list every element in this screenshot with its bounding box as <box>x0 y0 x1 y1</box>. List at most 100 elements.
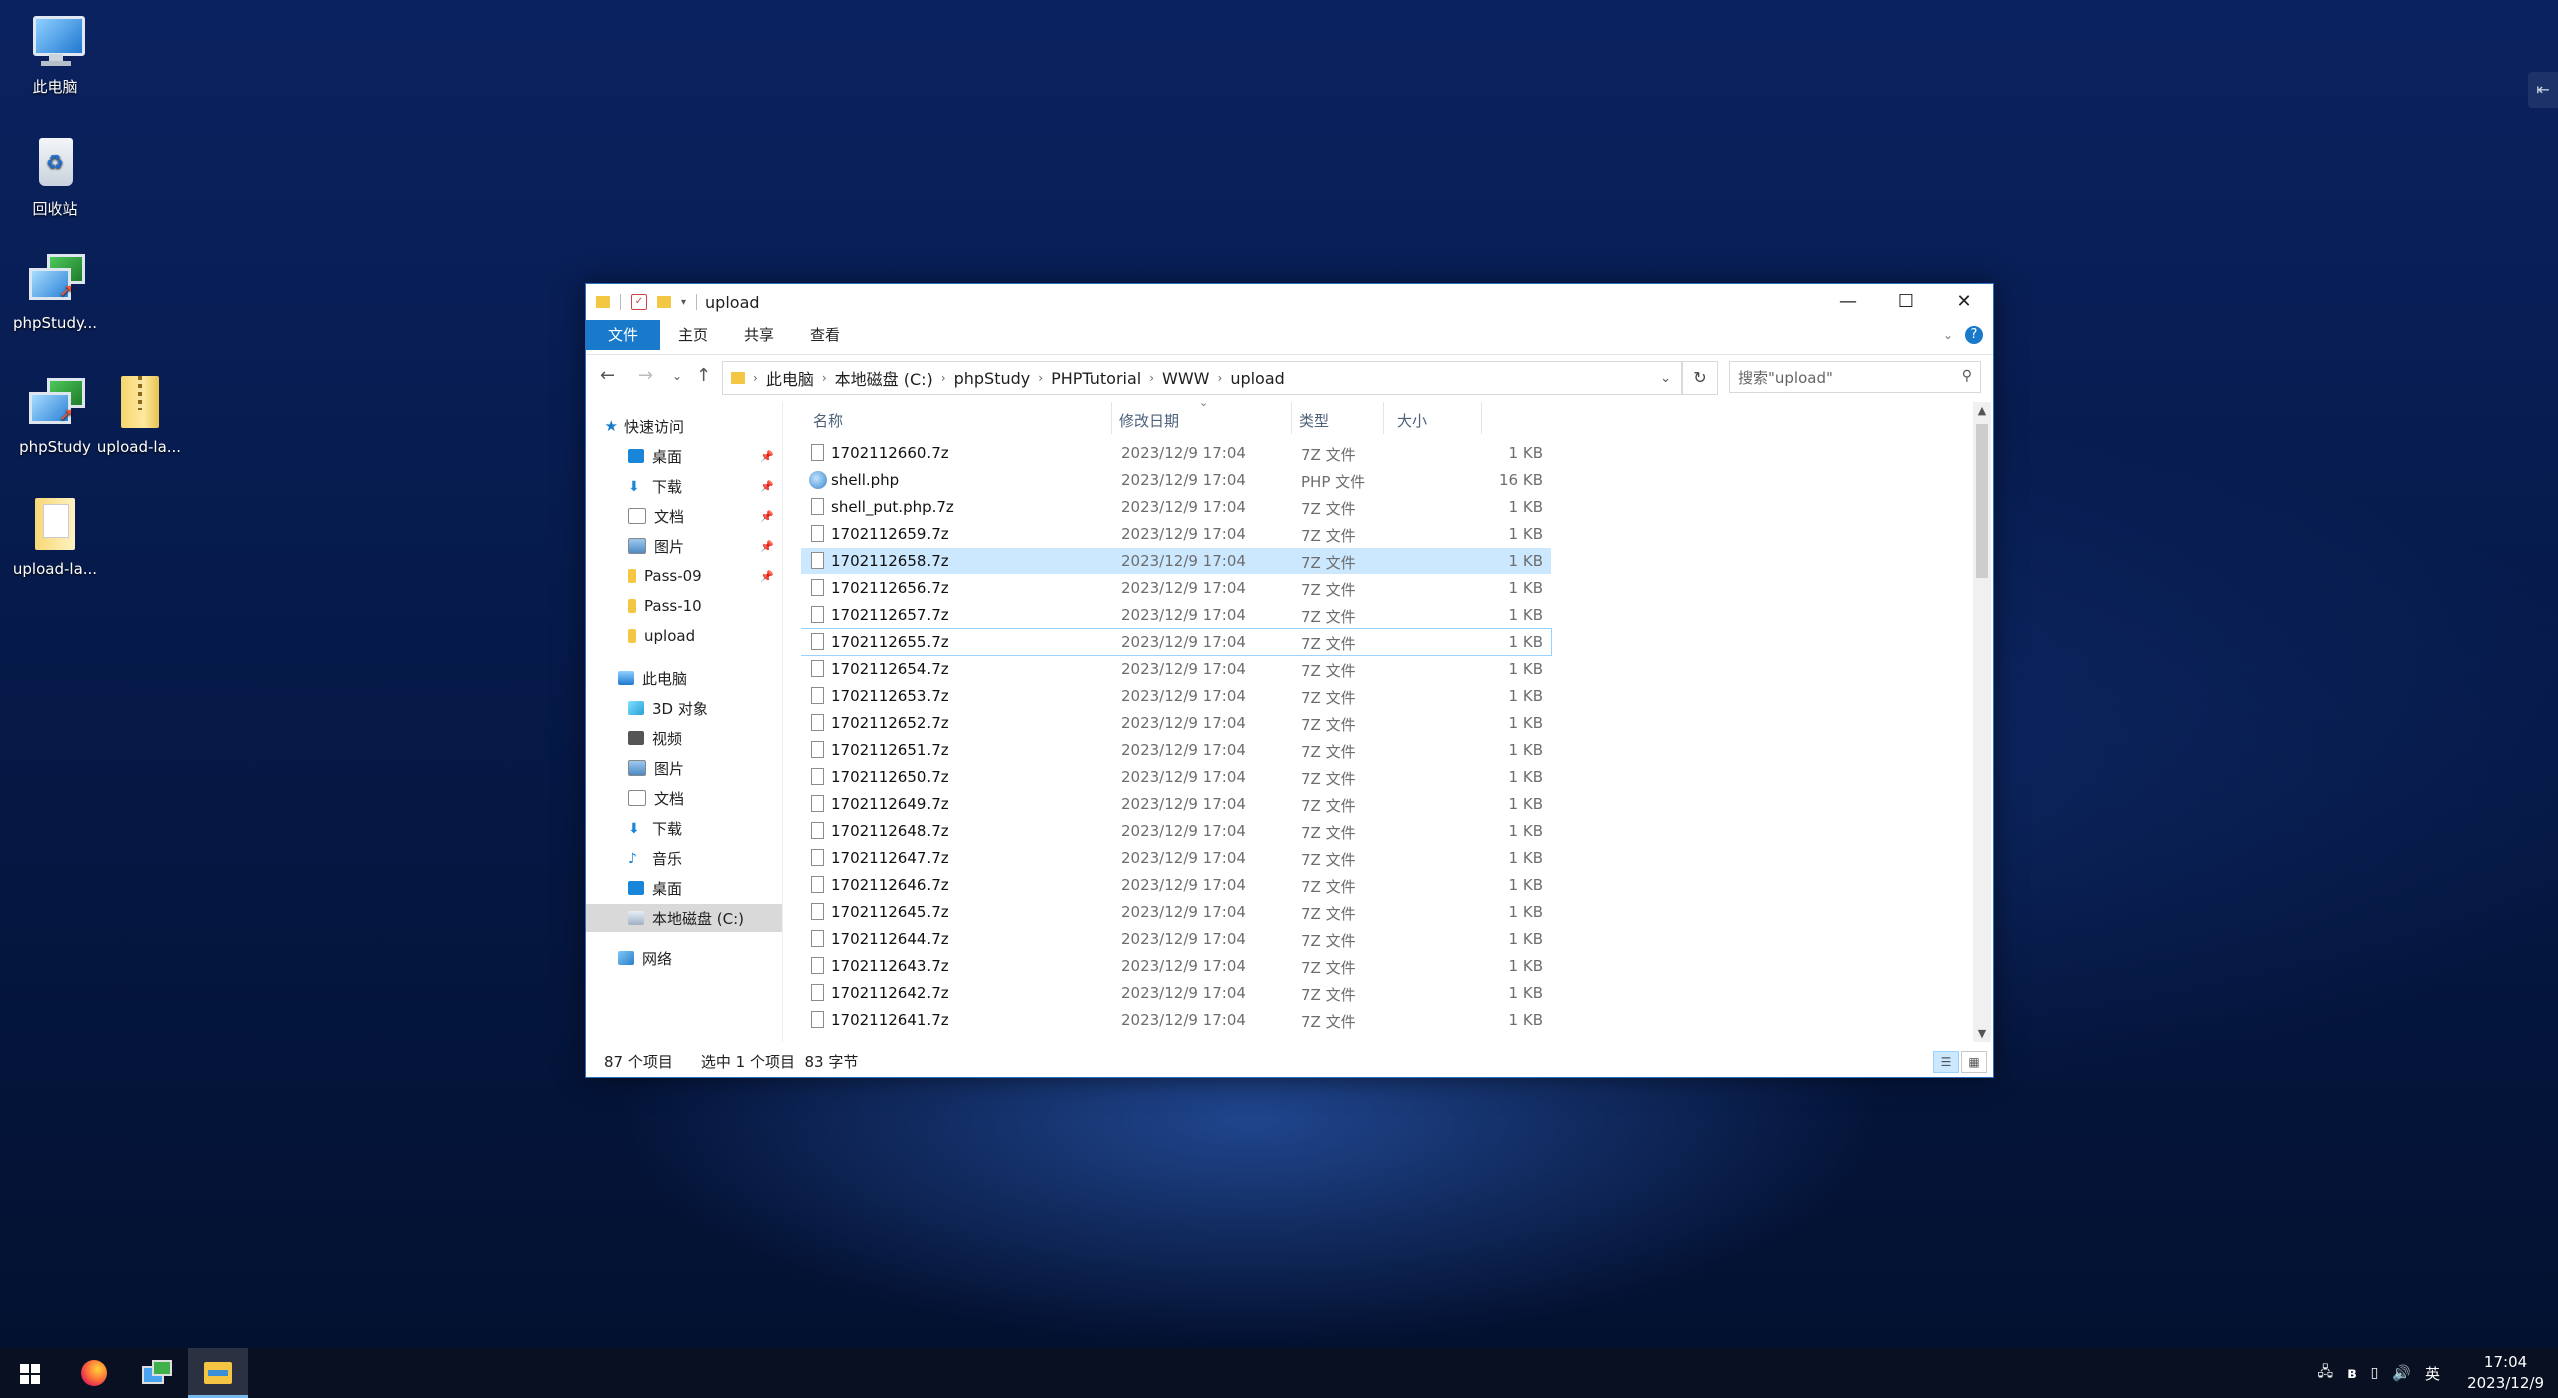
bluetooth-icon[interactable]: ʙ <box>2347 1364 2357 1382</box>
search-icon[interactable]: ⚲ <box>1962 368 1972 384</box>
nav-item-desktop[interactable]: 桌面 📌 <box>586 442 782 470</box>
breadcrumb-this-pc[interactable]: 此电脑 <box>760 366 820 390</box>
chevron-right-icon[interactable]: › <box>1216 371 1225 385</box>
volume-icon[interactable]: 🔊 <box>2392 1364 2411 1382</box>
file-row[interactable]: shell_put.php.7z 2023/12/9 17:04 7Z 文件 1 KB <box>801 494 1551 520</box>
file-row[interactable]: 1702112652.7z 2023/12/9 17:04 7Z 文件 1 KB <box>801 710 1551 736</box>
address-bar[interactable]: › 此电脑 › 本地磁盘 (C:) › phpStudy › PHPTutori… <box>722 361 1682 395</box>
desktop-icon-phpstudy-1[interactable]: ➚ phpStudy... <box>0 248 110 332</box>
details-view-icon[interactable]: ☰ <box>1933 1051 1959 1073</box>
nav-item-local-disk-c[interactable]: 本地磁盘 (C:) <box>586 904 782 932</box>
file-list: 名称 修改日期 类型 大小 ⌄ 1702112660.7z 2023/12/9 17:04… <box>801 402 1961 1042</box>
vertical-scrollbar[interactable]: ▲ ▼ <box>1973 402 1991 1042</box>
scrollbar-thumb[interactable] <box>1976 424 1988 578</box>
chevron-right-icon[interactable]: › <box>751 371 760 385</box>
scroll-down-icon[interactable]: ▼ <box>1973 1027 1991 1040</box>
file-row[interactable]: 1702112643.7z 2023/12/9 17:04 7Z 文件 1 KB <box>801 953 1551 979</box>
file-row[interactable]: 1702112655.7z 2023/12/9 17:04 7Z 文件 1 KB <box>801 628 1552 656</box>
desktop-icon-this-pc[interactable]: 此电脑 <box>0 10 110 97</box>
column-name[interactable]: 名称 <box>813 410 843 431</box>
column-size[interactable]: 大小 <box>1397 410 1427 431</box>
column-type[interactable]: 类型 <box>1299 410 1329 431</box>
file-row[interactable]: 1702112650.7z 2023/12/9 17:04 7Z 文件 1 KB <box>801 764 1551 790</box>
taskbar-file-explorer[interactable] <box>188 1348 248 1398</box>
nav-item-pictures[interactable]: 图片 📌 <box>586 532 782 560</box>
file-row[interactable]: 1702112660.7z 2023/12/9 17:04 7Z 文件 1 KB <box>801 440 1551 466</box>
nav-item-documents-pc[interactable]: 文档 <box>586 784 782 812</box>
nav-item-3d-objects[interactable]: 3D 对象 <box>586 694 782 722</box>
breadcrumb-phptutorial[interactable]: PHPTutorial <box>1045 369 1147 388</box>
nav-this-pc[interactable]: 此电脑 <box>586 664 782 692</box>
nav-quick-access[interactable]: ★ 快速访问 <box>586 412 782 440</box>
nav-item-documents[interactable]: 文档 📌 <box>586 502 782 530</box>
maximize-button[interactable]: ☐ <box>1877 284 1935 320</box>
clock[interactable]: 17:04 2023/12/9 <box>2467 1352 2544 1394</box>
chevron-right-icon[interactable]: › <box>820 371 829 385</box>
file-row[interactable]: 1702112649.7z 2023/12/9 17:04 7Z 文件 1 KB <box>801 791 1551 817</box>
breadcrumb-www[interactable]: WWW <box>1156 369 1215 388</box>
network-status-icon[interactable]: 🖧 <box>2317 1361 2333 1385</box>
input-language-indicator[interactable]: 英 <box>2425 1363 2440 1384</box>
recent-locations-icon[interactable]: ⌄ <box>672 369 682 383</box>
nav-item-desktop-pc[interactable]: 桌面 <box>586 874 782 902</box>
nav-item-pass-10[interactable]: Pass-10 <box>586 592 782 620</box>
customize-toolbar-icon[interactable]: ▾ <box>681 297 686 308</box>
chevron-right-icon[interactable]: › <box>939 371 948 385</box>
new-folder-icon[interactable] <box>657 296 671 308</box>
search-input[interactable]: 搜索"upload" ⚲ <box>1729 361 1981 393</box>
breadcrumb-upload[interactable]: upload <box>1224 369 1291 388</box>
tab-file[interactable]: 文件 <box>586 320 661 350</box>
file-row[interactable]: 1702112641.7z 2023/12/9 17:04 7Z 文件 1 KB <box>801 1007 1551 1033</box>
file-row[interactable]: shell.php 2023/12/9 17:04 PHP 文件 16 KB <box>801 467 1551 493</box>
file-row[interactable]: 1702112644.7z 2023/12/9 17:04 7Z 文件 1 KB <box>801 926 1551 952</box>
file-row[interactable]: 1702112657.7z 2023/12/9 17:04 7Z 文件 1 KB <box>801 602 1551 628</box>
nav-network[interactable]: 网络 <box>586 944 782 972</box>
nav-item-downloads[interactable]: ⬇ 下载 📌 <box>586 472 782 500</box>
forward-arrow-icon[interactable]: → <box>638 365 653 386</box>
nav-item-music[interactable]: ♪ 音乐 <box>586 844 782 872</box>
tab-home[interactable]: 主页 <box>660 320 726 350</box>
back-arrow-icon[interactable]: ← <box>600 365 615 386</box>
minimize-button[interactable]: — <box>1819 284 1877 320</box>
properties-icon[interactable]: ✓ <box>631 294 647 310</box>
collapse-panel-button[interactable]: ⇤ <box>2528 72 2558 108</box>
file-row[interactable]: 1702112658.7z 2023/12/9 17:04 7Z 文件 1 KB <box>801 548 1551 574</box>
file-row[interactable]: 1702112642.7z 2023/12/9 17:04 7Z 文件 1 KB <box>801 980 1551 1006</box>
expand-ribbon-icon[interactable]: ⌄ <box>1943 328 1953 342</box>
address-dropdown-icon[interactable]: ⌄ <box>1660 371 1671 386</box>
large-icons-view-icon[interactable]: ▦ <box>1961 1051 1987 1073</box>
nav-item-pass-09[interactable]: Pass-09 📌 <box>586 562 782 590</box>
file-row[interactable]: 1702112654.7z 2023/12/9 17:04 7Z 文件 1 KB <box>801 656 1551 682</box>
refresh-button[interactable]: ↻ <box>1682 361 1718 395</box>
taskbar-phpstudy[interactable] <box>126 1348 186 1398</box>
nav-item-upload[interactable]: upload <box>586 622 782 650</box>
file-row[interactable]: 1702112659.7z 2023/12/9 17:04 7Z 文件 1 KB <box>801 521 1551 547</box>
file-row[interactable]: 1702112645.7z 2023/12/9 17:04 7Z 文件 1 KB <box>801 899 1551 925</box>
up-arrow-icon[interactable]: ↑ <box>696 365 711 386</box>
scroll-up-icon[interactable]: ▲ <box>1973 404 1991 417</box>
close-button[interactable]: ✕ <box>1935 284 1993 320</box>
file-row[interactable]: 1702112651.7z 2023/12/9 17:04 7Z 文件 1 KB <box>801 737 1551 763</box>
desktop-icon-recycle-bin[interactable]: 回收站 <box>0 132 110 219</box>
chevron-right-icon[interactable]: › <box>1036 371 1045 385</box>
file-row[interactable]: 1702112646.7z 2023/12/9 17:04 7Z 文件 1 KB <box>801 872 1551 898</box>
breadcrumb-phpstudy[interactable]: phpStudy <box>948 369 1037 388</box>
tab-share[interactable]: 共享 <box>726 320 792 350</box>
column-date-modified[interactable]: 修改日期 <box>1119 410 1179 431</box>
nav-item-downloads-pc[interactable]: ⬇ 下载 <box>586 814 782 842</box>
nav-item-pictures-pc[interactable]: 图片 <box>586 754 782 782</box>
chevron-right-icon[interactable]: › <box>1147 371 1156 385</box>
breadcrumb-drive-c[interactable]: 本地磁盘 (C:) <box>829 366 939 390</box>
file-row[interactable]: 1702112656.7z 2023/12/9 17:04 7Z 文件 1 KB <box>801 575 1551 601</box>
tab-view[interactable]: 查看 <box>792 320 858 350</box>
start-button[interactable] <box>0 1348 60 1398</box>
file-row[interactable]: 1702112648.7z 2023/12/9 17:04 7Z 文件 1 KB <box>801 818 1551 844</box>
file-row[interactable]: 1702112653.7z 2023/12/9 17:04 7Z 文件 1 KB <box>801 683 1551 709</box>
nav-item-videos[interactable]: 视频 <box>586 724 782 752</box>
help-icon[interactable]: ? <box>1965 326 1983 344</box>
desktop-icon-upload-labs-folder[interactable]: upload-la... <box>0 494 110 578</box>
desktop-icon-upload-labs-zip[interactable]: upload-la... <box>84 372 194 456</box>
battery-icon[interactable]: ▯ <box>2371 1365 2379 1381</box>
file-row[interactable]: 1702112647.7z 2023/12/9 17:04 7Z 文件 1 KB <box>801 845 1551 871</box>
taskbar-firefox[interactable] <box>64 1348 124 1398</box>
